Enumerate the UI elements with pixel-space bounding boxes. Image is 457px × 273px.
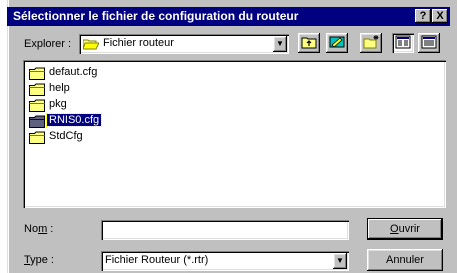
- close-button[interactable]: X: [432, 9, 448, 23]
- folder-icon: [29, 67, 45, 83]
- folder-icon: [29, 99, 45, 115]
- file-name: pkg: [49, 98, 67, 110]
- folder-open-icon: [82, 38, 100, 53]
- new-folder-button[interactable]: [360, 33, 382, 53]
- cancel-button[interactable]: Annuler: [367, 249, 443, 271]
- desktop-button[interactable]: [326, 33, 348, 53]
- file-name: RNIS0.cfg: [45, 113, 103, 127]
- chevron-down-icon[interactable]: ▼: [333, 253, 347, 269]
- file-name: help: [49, 82, 70, 94]
- details-view-button[interactable]: [418, 33, 440, 53]
- file-list[interactable]: defaut.cfg help pkg RNIS0.cfg StdCfg: [23, 60, 446, 208]
- file-type-dropdown[interactable]: Fichier Routeur (*.rtr) ▼: [101, 251, 349, 271]
- look-in-dropdown[interactable]: Fichier routeur ▼: [79, 34, 289, 54]
- open-button[interactable]: Ouvrir: [367, 218, 443, 240]
- up-one-level-button[interactable]: [298, 33, 320, 53]
- folder-icon: [29, 131, 45, 147]
- file-name-input[interactable]: [101, 220, 349, 240]
- file-type-value: Fichier Routeur (*.rtr): [105, 254, 209, 266]
- folder-icon: [29, 83, 45, 99]
- chevron-down-icon[interactable]: ▼: [273, 36, 287, 52]
- file-name-label: Nom :: [24, 223, 54, 235]
- list-view-button[interactable]: [392, 33, 414, 53]
- file-name: StdCfg: [49, 130, 83, 142]
- file-type-label: Type :: [24, 254, 54, 266]
- folder-icon: [29, 115, 45, 131]
- look-in-label: Explorer :: [24, 38, 72, 50]
- look-in-value: Fichier routeur: [103, 37, 174, 49]
- help-button[interactable]: ?: [415, 9, 431, 23]
- dialog-title: Sélectionner le fichier de configuration…: [13, 9, 299, 23]
- title-bar[interactable]: Sélectionner le fichier de configuration…: [7, 7, 450, 26]
- file-name: defaut.cfg: [49, 66, 98, 78]
